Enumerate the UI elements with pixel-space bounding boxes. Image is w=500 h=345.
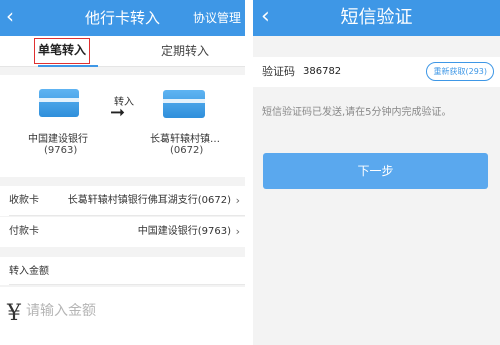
divider <box>9 284 245 285</box>
yen-icon: ¥ <box>7 301 21 326</box>
tab-single-transfer[interactable]: 单笔转入 <box>34 38 90 64</box>
pay-card-value: 中国建设银行(9763) <box>137 226 231 237</box>
chevron-right-icon: › <box>235 194 240 207</box>
tab-bar: 单笔转入 定期转入 <box>0 36 245 67</box>
to-bank-number: (0672) <box>170 145 204 156</box>
verify-code-input[interactable]: 386782 <box>303 57 341 87</box>
pay-card-row[interactable]: 付款卡 中国建设银行(9763) › <box>0 217 245 247</box>
verify-code-label: 验证码 <box>262 65 295 78</box>
bank-card-icon <box>163 90 205 118</box>
resend-code-button[interactable]: 重新获取(293) <box>426 62 494 81</box>
chevron-right-icon: › <box>235 225 240 238</box>
from-bank-name: 中国建设银行 <box>28 134 88 145</box>
pay-card-label: 付款卡 <box>9 226 39 237</box>
bank-card-icon <box>39 89 79 117</box>
from-bank-number: (9763) <box>44 145 78 156</box>
nav-bar: ‹ 他行卡转入 协议管理 <box>0 0 245 36</box>
amount-label: 转入金额 <box>9 266 49 277</box>
divider <box>9 215 245 216</box>
sms-verification-screen: ‹ 短信验证 验证码 386782 重新获取(293) 短信验证码已发送,请在5… <box>253 0 500 345</box>
receive-card-row[interactable]: 收款卡 长葛轩辕村镇银行佛耳湖支行(0672) › <box>0 186 245 216</box>
amount-input[interactable] <box>26 303 226 319</box>
amount-label-row: 转入金额 <box>0 257 245 285</box>
receive-card-value: 长葛轩辕村镇银行佛耳湖支行(0672) <box>67 195 231 206</box>
to-bank-name: 长葛轩辕村镇… <box>150 134 220 145</box>
active-tab-indicator <box>38 65 98 67</box>
amount-field: ¥ <box>0 287 245 345</box>
verify-code-row: 验证码 386782 重新获取(293) <box>253 57 500 87</box>
tab-scheduled-transfer[interactable]: 定期转入 <box>150 36 220 67</box>
sms-hint-text: 短信验证码已发送,请在5分钟内完成验证。 <box>262 107 452 118</box>
receive-card-label: 收款卡 <box>9 195 39 206</box>
right-arrow-icon: ➞ <box>110 102 126 123</box>
agreement-management-link[interactable]: 协议管理 <box>193 0 241 36</box>
page-title: 短信验证 <box>340 7 413 28</box>
transfer-screen: ‹ 他行卡转入 协议管理 单笔转入 定期转入 中国建设银行 (9763) 转入 … <box>0 0 245 345</box>
transfer-visual: 中国建设银行 (9763) 转入 ➞ 长葛轩辕村镇… (0672) <box>0 75 245 177</box>
nav-bar: ‹ 短信验证 <box>253 0 500 36</box>
next-step-button[interactable]: 下一步 <box>263 153 488 189</box>
